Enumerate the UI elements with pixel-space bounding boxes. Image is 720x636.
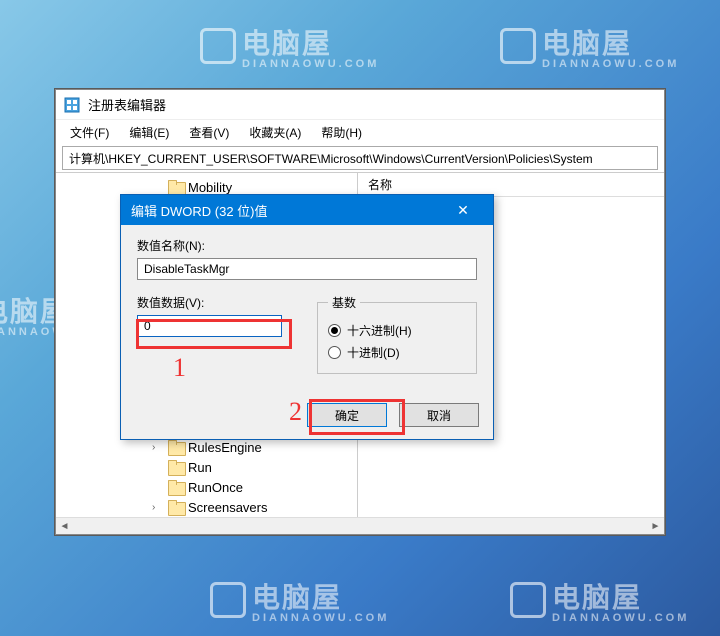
radio-dec[interactable] bbox=[328, 346, 341, 359]
menu-edit[interactable]: 编辑(E) bbox=[121, 122, 177, 143]
annotation-number-2: 2 bbox=[289, 397, 302, 427]
ok-button[interactable]: 确定 bbox=[307, 403, 387, 427]
dialog-titlebar[interactable]: 编辑 DWORD (32 位)值 ✕ bbox=[121, 195, 493, 225]
menu-favorites[interactable]: 收藏夹(A) bbox=[241, 122, 309, 143]
radio-hex-row[interactable]: 十六进制(H) bbox=[328, 319, 466, 341]
tree-item-label: Screensavers bbox=[188, 500, 267, 515]
tree-item[interactable]: RunOnce bbox=[56, 477, 357, 497]
watermark: 电脑屋DIANNAOWU.COM bbox=[500, 22, 679, 70]
tree-item[interactable]: › Screensavers bbox=[56, 497, 357, 517]
folder-icon bbox=[168, 460, 184, 474]
window-title: 注册表编辑器 bbox=[88, 95, 166, 114]
value-name-field[interactable] bbox=[137, 258, 477, 280]
annotation-number-1: 1 bbox=[173, 353, 186, 383]
scroll-right-icon[interactable]: ► bbox=[647, 518, 664, 534]
tree-item-label: Mobility bbox=[188, 180, 232, 195]
radio-hex-label: 十六进制(H) bbox=[347, 322, 412, 339]
menu-help[interactable]: 帮助(H) bbox=[313, 122, 370, 143]
address-bar[interactable]: 计算机\HKEY_CURRENT_USER\SOFTWARE\Microsoft… bbox=[62, 146, 658, 170]
watermark: 电脑屋DIANNAOWU.COM bbox=[200, 22, 379, 70]
menu-view[interactable]: 查看(V) bbox=[181, 122, 237, 143]
folder-icon bbox=[168, 440, 184, 454]
radio-dec-row[interactable]: 十进制(D) bbox=[328, 341, 466, 363]
value-data-label: 数值数据(V): bbox=[137, 294, 287, 311]
column-name: 名称 bbox=[368, 176, 392, 193]
base-group: 基数 十六进制(H) 十进制(D) bbox=[317, 294, 477, 374]
folder-icon bbox=[168, 180, 184, 194]
chevron-right-icon[interactable]: › bbox=[152, 442, 164, 453]
cancel-button[interactable]: 取消 bbox=[399, 403, 479, 427]
radio-dec-label: 十进制(D) bbox=[347, 344, 400, 361]
watermark: 电脑屋DIANNAOWU.COM bbox=[210, 576, 389, 624]
folder-icon bbox=[168, 500, 184, 514]
horizontal-scrollbar[interactable]: ◄ ► bbox=[56, 517, 664, 534]
value-data-input[interactable] bbox=[137, 315, 282, 337]
chevron-right-icon[interactable]: › bbox=[152, 502, 164, 513]
watermark: 电脑屋DIANNAOWU.COM bbox=[510, 576, 689, 624]
edit-dword-dialog: 编辑 DWORD (32 位)值 ✕ 数值名称(N): 数值数据(V): 基数 … bbox=[120, 194, 494, 440]
menubar: 文件(F) 编辑(E) 查看(V) 收藏夹(A) 帮助(H) bbox=[56, 120, 664, 144]
scroll-left-icon[interactable]: ◄ bbox=[56, 518, 73, 534]
tree-item[interactable]: › RulesEngine bbox=[56, 437, 357, 457]
tree-item-label: RunOnce bbox=[188, 480, 243, 495]
base-label: 基数 bbox=[328, 294, 360, 311]
radio-hex[interactable] bbox=[328, 324, 341, 337]
tree-item[interactable]: Run bbox=[56, 457, 357, 477]
regedit-icon bbox=[64, 97, 80, 113]
value-name-label: 数值名称(N): bbox=[137, 237, 477, 254]
dialog-title: 编辑 DWORD (32 位)值 bbox=[131, 201, 268, 220]
address-text: 计算机\HKEY_CURRENT_USER\SOFTWARE\Microsoft… bbox=[69, 150, 593, 167]
tree-item-label: RulesEngine bbox=[188, 440, 262, 455]
menu-file[interactable]: 文件(F) bbox=[62, 122, 117, 143]
close-icon[interactable]: ✕ bbox=[443, 202, 483, 219]
titlebar[interactable]: 注册表编辑器 bbox=[56, 90, 664, 120]
tree-item-label: Run bbox=[188, 460, 212, 475]
folder-icon bbox=[168, 480, 184, 494]
